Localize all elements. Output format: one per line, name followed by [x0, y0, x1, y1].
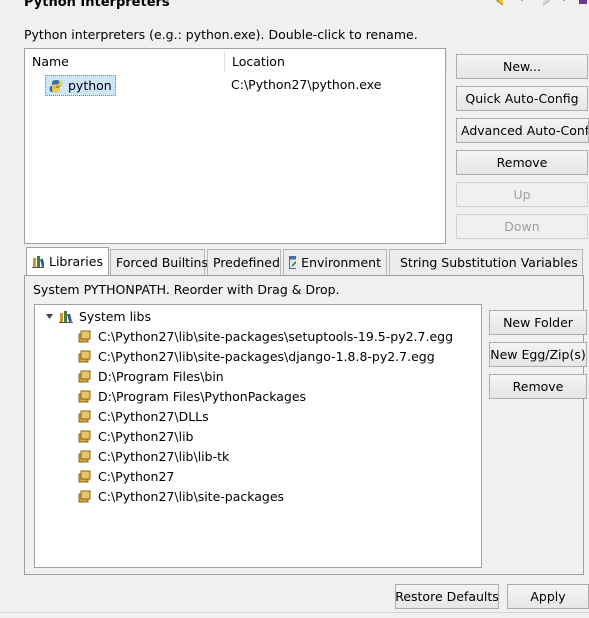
list-item-path: D:\Program Files\bin — [98, 368, 224, 384]
python-icon — [49, 79, 63, 92]
advanced-auto-config-button[interactable]: Advanced Auto-Config — [456, 118, 589, 143]
tab-environment-label: Environment — [301, 255, 381, 270]
new-folder-button[interactable]: New Folder — [489, 310, 587, 335]
list-item[interactable]: C:\Python27\lib\site-packages — [78, 487, 284, 505]
jar-icon — [78, 490, 91, 502]
config-tabs: Libraries Forced Builtins Predefined Env… — [24, 247, 587, 575]
interpreter-location: C:\Python27\python.exe — [231, 77, 382, 92]
tab-environment[interactable]: Environment — [283, 249, 387, 275]
jar-icon — [78, 390, 91, 402]
list-item[interactable]: C:\Python27\lib\site-packages\setuptools… — [78, 327, 453, 345]
apply-button[interactable]: Apply — [507, 584, 589, 609]
list-item-path: C:\Python27\DLLs — [98, 408, 209, 424]
tab-predefined[interactable]: Predefined — [207, 249, 281, 275]
new-interpreter-button[interactable]: New... — [456, 54, 588, 79]
tab-libraries-label: Libraries — [49, 254, 103, 269]
advanced-auto-config-label: Advanced Auto-Config — [461, 123, 589, 138]
tab-string-substitution-label: String Substitution Variables — [400, 255, 578, 270]
list-item[interactable]: C:\Python27\lib\site-packages\django-1.8… — [78, 347, 435, 365]
libraries-description: System PYTHONPATH. Reorder with Drag & D… — [33, 282, 340, 297]
remove-interpreter-button[interactable]: Remove — [456, 150, 588, 175]
interpreter-name: python — [68, 78, 112, 93]
up-button[interactable]: Up — [456, 182, 588, 207]
list-item-path: C:\Python27\lib — [98, 428, 194, 444]
bottom-divider — [0, 612, 589, 613]
jar-icon — [78, 370, 91, 382]
interpreter-name-cell[interactable]: python — [45, 75, 116, 96]
libraries-icon — [32, 256, 44, 268]
page-title: Python Interpreters — [24, 0, 170, 10]
jar-icon — [78, 350, 91, 362]
libraries-icon — [59, 310, 73, 323]
new-folder-label: New Folder — [503, 315, 573, 330]
environment-icon — [289, 256, 297, 269]
libraries-panel: System PYTHONPATH. Reorder with Drag & D… — [24, 275, 587, 575]
tree-root-label: System libs — [79, 308, 151, 324]
down-button[interactable]: Down — [456, 214, 588, 239]
restore-defaults-label: Restore Defaults — [395, 589, 499, 604]
restore-defaults-button[interactable]: Restore Defaults — [395, 584, 499, 609]
column-header-name[interactable]: Name — [25, 51, 225, 73]
list-item-path: C:\Python27\lib\site-packages\setuptools… — [98, 328, 454, 344]
new-egg-zip-button[interactable]: New Egg/Zip(s) — [489, 342, 587, 367]
list-item[interactable]: C:\Python27 — [78, 467, 174, 485]
nav-arrows-icon — [496, 0, 587, 6]
toolbar-icons — [495, 0, 587, 6]
jar-icon — [78, 450, 91, 462]
column-header-location[interactable]: Location — [225, 51, 447, 73]
tab-predefined-label: Predefined — [213, 255, 280, 270]
jar-icon — [78, 410, 91, 422]
apply-label: Apply — [530, 589, 566, 604]
list-item[interactable]: C:\Python27\lib — [78, 427, 193, 445]
remove-library-label: Remove — [512, 379, 564, 394]
interpreters-table[interactable]: Name Location python C:\Python27\python.… — [24, 48, 447, 244]
jar-icon — [78, 330, 91, 342]
tab-string-substitution[interactable]: String Substitution Variables — [389, 249, 583, 275]
down-label: Down — [504, 219, 540, 234]
up-label: Up — [513, 187, 531, 202]
tab-libraries[interactable]: Libraries — [26, 247, 109, 275]
jar-icon — [78, 430, 91, 442]
pythonpath-tree[interactable]: System libs C:\Python27\lib\site-package… — [34, 304, 482, 568]
list-item-path: C:\Python27\lib\lib-tk — [98, 448, 230, 464]
interpreters-description: Python interpreters (e.g.: python.exe). … — [24, 27, 418, 42]
new-egg-zip-label: New Egg/Zip(s) — [490, 347, 586, 362]
list-item[interactable]: C:\Python27\lib\lib-tk — [78, 447, 229, 465]
tree-root-system-libs[interactable]: System libs — [45, 307, 151, 325]
remove-interpreter-label: Remove — [496, 155, 548, 170]
tab-forced-builtins-label: Forced Builtins — [116, 255, 208, 270]
jar-icon — [78, 470, 91, 482]
remove-library-button[interactable]: Remove — [489, 374, 587, 399]
list-item[interactable]: D:\Program Files\PythonPackages — [78, 387, 306, 405]
tab-forced-builtins[interactable]: Forced Builtins — [110, 249, 208, 275]
quick-auto-config-label: Quick Auto-Config — [465, 91, 579, 106]
list-item[interactable]: D:\Program Files\bin — [78, 367, 224, 385]
table-row[interactable]: python C:\Python27\python.exe — [45, 75, 445, 96]
list-item[interactable]: C:\Python27\DLLs — [78, 407, 209, 425]
list-item-path: C:\Python27\lib\site-packages — [98, 488, 285, 504]
list-item-path: D:\Program Files\PythonPackages — [98, 388, 307, 404]
new-interpreter-label: New... — [502, 59, 542, 74]
list-item-path: C:\Python27\lib\site-packages\django-1.8… — [98, 348, 435, 364]
quick-auto-config-button[interactable]: Quick Auto-Config — [456, 86, 588, 111]
list-item-path: C:\Python27 — [98, 468, 175, 484]
expand-arrow-icon[interactable] — [45, 312, 54, 321]
